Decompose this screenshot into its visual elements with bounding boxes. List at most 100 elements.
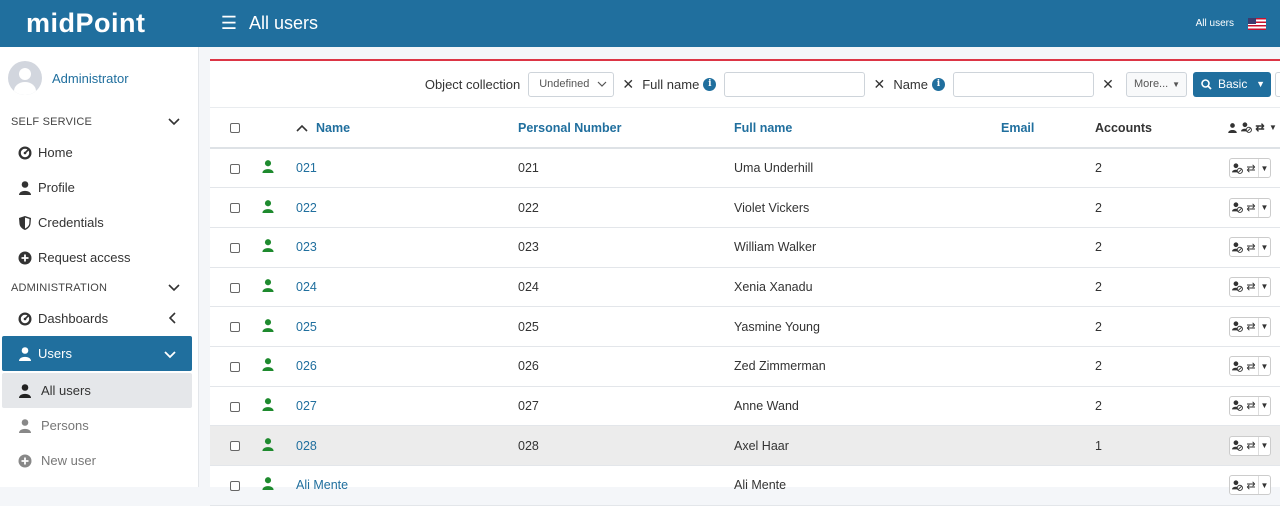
- row-checkbox[interactable]: [230, 203, 240, 214]
- caret-down-icon[interactable]: ▼: [1258, 436, 1270, 455]
- exchange-arrows-icon[interactable]: ⇄: [1244, 238, 1258, 256]
- table-row[interactable]: 022 022 Violet Vickers 2 ⇄ ▼: [210, 188, 1280, 228]
- user-disable-icon[interactable]: [1230, 238, 1244, 256]
- row-name-link[interactable]: 026: [294, 346, 518, 386]
- row-name-link[interactable]: Ali Mente: [294, 466, 518, 506]
- overflow-button-edge[interactable]: [1275, 71, 1280, 97]
- user-disable-icon[interactable]: [1239, 119, 1253, 137]
- name-input[interactable]: [953, 71, 1094, 97]
- sidebar-item-request-access[interactable]: Request access: [0, 240, 198, 275]
- caret-down-icon[interactable]: ▼: [1258, 317, 1270, 336]
- user-disable-icon[interactable]: [1230, 476, 1244, 494]
- row-name-link[interactable]: 025: [294, 307, 518, 347]
- sidebar-item-credentials[interactable]: Credentials: [0, 205, 198, 240]
- section-administration[interactable]: ADMINISTRATION: [0, 275, 198, 301]
- row-checkbox[interactable]: [230, 282, 240, 293]
- exchange-arrows-icon[interactable]: ⇄: [1244, 437, 1258, 455]
- email-column-header[interactable]: Email: [1001, 108, 1095, 148]
- row-checkbox[interactable]: [230, 322, 240, 333]
- row-actions-group[interactable]: ⇄ ▼: [1229, 395, 1271, 416]
- row-name-link[interactable]: 022: [294, 188, 518, 228]
- row-actions-group[interactable]: ⇄ ▼: [1229, 237, 1271, 258]
- info-icon[interactable]: i: [932, 77, 945, 91]
- row-checkbox[interactable]: [230, 242, 240, 253]
- name-column-header[interactable]: Name: [294, 108, 518, 148]
- header-breadcrumb-link[interactable]: All users: [1196, 18, 1234, 29]
- exchange-arrows-icon[interactable]: ⇄: [1244, 397, 1258, 415]
- table-row[interactable]: 021 021 Uma Underhill 2 ⇄ ▼: [210, 148, 1280, 188]
- sidebar-item-profile[interactable]: Profile: [0, 170, 198, 205]
- caret-down-icon[interactable]: ▼: [1258, 476, 1270, 495]
- row-actions-group[interactable]: ⇄ ▼: [1229, 356, 1271, 377]
- caret-down-icon[interactable]: ▼: [1258, 357, 1270, 376]
- row-actions-group[interactable]: ⇄ ▼: [1229, 158, 1271, 179]
- section-self-service[interactable]: SELF SERVICE: [0, 109, 198, 135]
- user-icon[interactable]: [1225, 119, 1239, 137]
- row-checkbox[interactable]: [230, 361, 240, 372]
- object-collection-select[interactable]: Undefined: [528, 71, 615, 97]
- sidebar-item-dashboards[interactable]: Dashboards: [0, 301, 198, 336]
- user-disable-icon[interactable]: [1230, 159, 1244, 177]
- caret-down-icon[interactable]: ▼: [1258, 396, 1270, 415]
- exchange-arrows-icon[interactable]: ⇄: [1244, 278, 1258, 296]
- row-checkbox[interactable]: [230, 441, 240, 452]
- user-disable-icon[interactable]: [1230, 278, 1244, 296]
- exchange-arrows-icon[interactable]: ⇄: [1244, 318, 1258, 336]
- avatar[interactable]: [8, 61, 42, 95]
- row-name-link[interactable]: 028: [294, 426, 518, 466]
- row-name-link[interactable]: 021: [294, 148, 518, 188]
- row-name-link[interactable]: 024: [294, 267, 518, 307]
- table-row[interactable]: 027 027 Anne Wand 2 ⇄ ▼: [210, 386, 1280, 426]
- caret-down-icon[interactable]: ▼: [1258, 277, 1270, 296]
- sidebar-item-users[interactable]: Users: [2, 336, 192, 371]
- clear-name-icon[interactable]: ✕: [1098, 76, 1118, 93]
- user-disable-icon[interactable]: [1230, 397, 1244, 415]
- full-name-input[interactable]: [724, 71, 866, 97]
- row-actions-group[interactable]: ⇄ ▼: [1229, 316, 1271, 337]
- row-name-link[interactable]: 027: [294, 386, 518, 426]
- caret-down-icon[interactable]: ▼: [1258, 159, 1270, 178]
- table-row[interactable]: 023 023 William Walker 2 ⇄ ▼: [210, 227, 1280, 268]
- exchange-arrows-icon[interactable]: ⇄: [1244, 476, 1258, 494]
- row-name-link[interactable]: 023: [294, 227, 518, 267]
- caret-down-icon[interactable]: ▼: [1258, 238, 1270, 257]
- sidebar-item-persons[interactable]: Persons: [0, 408, 198, 443]
- user-disable-icon[interactable]: [1230, 357, 1244, 375]
- exchange-arrows-icon[interactable]: ⇄: [1244, 159, 1258, 177]
- table-row[interactable]: 025 025 Yasmine Young 2 ⇄ ▼: [210, 307, 1280, 347]
- header-bulk-actions[interactable]: ⇄ ▼: [1225, 117, 1279, 138]
- us-flag-icon[interactable]: [1248, 17, 1266, 30]
- user-disable-icon[interactable]: [1230, 199, 1244, 217]
- basic-search-button[interactable]: Basic ▼: [1193, 71, 1271, 97]
- row-actions-group[interactable]: ⇄ ▼: [1229, 435, 1271, 456]
- sidebar-item-new-user[interactable]: New user: [0, 443, 198, 478]
- clear-object-collection-icon[interactable]: ✕: [618, 76, 638, 93]
- personal-number-column-header[interactable]: Personal Number: [518, 108, 734, 148]
- full-name-column-header[interactable]: Full name: [734, 108, 1001, 148]
- row-actions-group[interactable]: ⇄ ▼: [1229, 276, 1271, 297]
- exchange-arrows-icon[interactable]: ⇄: [1244, 199, 1258, 217]
- sidebar-item-home[interactable]: Home: [0, 135, 198, 170]
- exchange-arrows-icon[interactable]: ⇄: [1244, 357, 1258, 375]
- table-row[interactable]: 028 028 Axel Haar 1 ⇄ ▼: [210, 425, 1280, 466]
- row-checkbox[interactable]: [230, 163, 240, 174]
- exchange-arrows-icon[interactable]: ⇄: [1253, 119, 1267, 137]
- table-row[interactable]: 024 024 Xenia Xanadu 2 ⇄ ▼: [210, 267, 1280, 307]
- caret-down-icon[interactable]: ▼: [1267, 119, 1279, 137]
- profile-name[interactable]: Administrator: [52, 71, 129, 86]
- row-actions-group[interactable]: ⇄ ▼: [1229, 197, 1271, 218]
- more-filters-button[interactable]: More... ▼: [1126, 71, 1187, 97]
- table-row[interactable]: 026 026 Zed Zimmerman 2 ⇄ ▼: [210, 346, 1280, 387]
- table-row[interactable]: Ali Mente Ali Mente ⇄ ▼: [210, 466, 1280, 506]
- sidebar-item-all-users[interactable]: All users: [2, 373, 192, 408]
- row-actions-group[interactable]: ⇄ ▼: [1229, 475, 1271, 496]
- row-checkbox[interactable]: [230, 481, 240, 492]
- clear-full-name-icon[interactable]: ✕: [869, 76, 889, 93]
- menu-toggle-icon[interactable]: ☰: [217, 13, 241, 34]
- user-disable-icon[interactable]: [1230, 318, 1244, 336]
- user-disable-icon[interactable]: [1230, 437, 1244, 455]
- select-all-checkbox[interactable]: [230, 123, 240, 134]
- caret-down-icon[interactable]: ▼: [1258, 198, 1270, 217]
- midpoint-logo[interactable]: midPoint: [0, 8, 200, 39]
- row-checkbox[interactable]: [230, 401, 240, 412]
